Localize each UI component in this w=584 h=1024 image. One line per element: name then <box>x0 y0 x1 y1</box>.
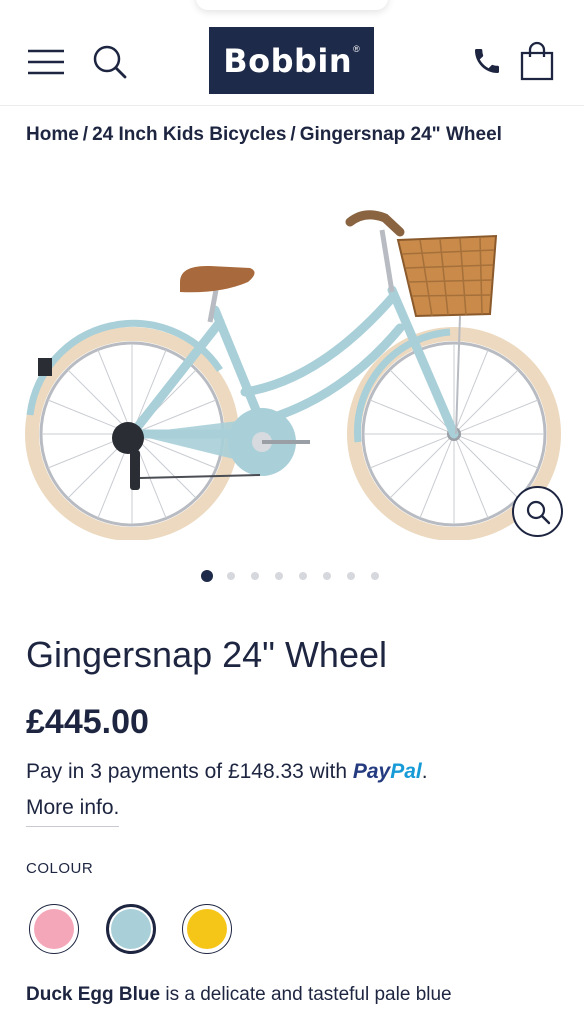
breadcrumb-current: Gingersnap 24" Wheel <box>299 124 502 145</box>
gallery-dot[interactable] <box>321 570 333 582</box>
paypal-installments: Pay in 3 payments of £148.33 with PayPal… <box>26 760 428 784</box>
gallery-dot[interactable] <box>249 570 261 582</box>
breadcrumb-category[interactable]: 24 Inch Kids Bicycles <box>92 124 286 145</box>
menu-button[interactable] <box>22 40 70 84</box>
gallery-dot[interactable] <box>297 570 309 582</box>
colour-label: COLOUR <box>26 860 94 877</box>
handlebar <box>345 210 405 237</box>
installments-period: . <box>421 760 428 783</box>
more-info-link[interactable]: More info. <box>26 796 120 827</box>
logo-registered-mark: ® <box>353 43 360 54</box>
zoom-button[interactable] <box>512 486 563 537</box>
gallery-dot[interactable] <box>225 570 237 582</box>
swatch-fill <box>187 909 227 949</box>
gallery-dot[interactable] <box>369 570 381 582</box>
product-gallery[interactable] <box>0 160 584 560</box>
colour-description-text: is a delicate and tasteful pale blue <box>160 984 452 1005</box>
product-title: Gingersnap 24" Wheel <box>26 634 387 675</box>
colour-name: Duck Egg Blue <box>26 984 161 1005</box>
site-header: Bobbin ® <box>0 0 584 106</box>
logo-text: Bobbin <box>223 41 353 80</box>
installments-text: Pay in 3 payments of £148.33 with <box>26 760 348 783</box>
menu-icon <box>28 49 64 75</box>
product-price: £445.00 <box>26 703 149 741</box>
breadcrumb: Home/24 Inch Kids Bicycles / Gingersnap 24… <box>26 124 502 146</box>
search-button[interactable] <box>86 38 134 86</box>
paypal-logo: PayPal <box>352 760 422 783</box>
breadcrumb-separator: / <box>82 124 89 145</box>
swatch-fill <box>34 909 74 949</box>
bike-frame <box>127 285 459 439</box>
gallery-dot[interactable] <box>201 570 213 582</box>
colour-description: Duck Egg Blue is a delicate and tasteful… <box>26 984 452 1006</box>
swatch-fill <box>111 909 151 949</box>
breadcrumb-home[interactable]: Home <box>26 124 79 145</box>
colour-swatch-pink[interactable] <box>29 904 79 954</box>
product-image[interactable] <box>20 210 565 540</box>
cart-button[interactable] <box>512 36 562 86</box>
gallery-dot[interactable] <box>273 570 285 582</box>
gallery-dot[interactable] <box>345 570 357 582</box>
saddle <box>180 265 255 293</box>
phone-icon <box>475 49 499 73</box>
zoom-icon <box>526 500 550 524</box>
colour-swatch-duck-egg-blue[interactable] <box>106 904 156 954</box>
bag-icon <box>520 41 554 81</box>
phone-button[interactable] <box>464 38 510 84</box>
derailleur <box>112 422 144 490</box>
search-icon <box>93 45 127 79</box>
colour-swatch-yellow[interactable] <box>182 904 232 954</box>
breadcrumb-separator: / <box>290 124 296 145</box>
gallery-pagination <box>201 570 393 582</box>
bobbin-logo[interactable]: Bobbin ® <box>209 27 374 94</box>
